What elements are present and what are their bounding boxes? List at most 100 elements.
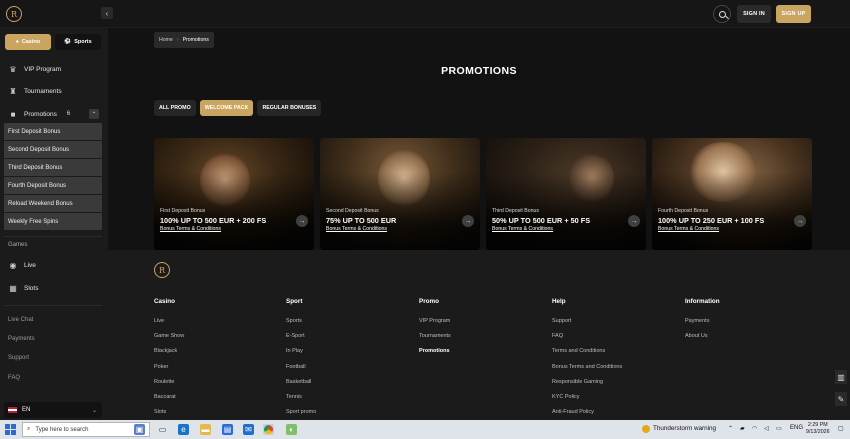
search-button[interactable] bbox=[713, 5, 731, 23]
notification-icon[interactable]: ▢ bbox=[838, 425, 844, 432]
footer-column-casino: Casino Live Game Show Blackjack Poker Ro… bbox=[154, 298, 184, 420]
sidebar-item-tournaments[interactable]: ♜ Tournaments bbox=[8, 86, 62, 96]
sidebar-item-faq[interactable]: FAQ bbox=[8, 375, 20, 381]
chrome-browser-icon[interactable] bbox=[263, 424, 274, 435]
sidebar-item-live[interactable]: ◉ Live bbox=[8, 261, 36, 270]
trophy-icon: ♜ bbox=[9, 86, 17, 96]
volume-icon[interactable]: ◁ bbox=[764, 425, 769, 432]
card-headline: 100% UP TO 250 EUR + 100 FS bbox=[658, 216, 765, 225]
slots-icon: ▦ bbox=[9, 283, 17, 293]
footer-link[interactable]: Terms and Conditions bbox=[552, 348, 622, 354]
site-logo[interactable]: R bbox=[6, 6, 22, 22]
tab-welcome-pack[interactable]: WELCOME PACK bbox=[199, 100, 254, 116]
submenu-item-third-deposit[interactable]: Third Deposit Bonus bbox=[4, 159, 102, 176]
footer-link[interactable]: Live bbox=[154, 318, 184, 324]
footer-link[interactable]: Support bbox=[552, 318, 622, 324]
clock[interactable]: 2:29 PM 9/13/2026 bbox=[806, 422, 830, 436]
footer-link-active[interactable]: Promotions bbox=[419, 348, 451, 354]
store-icon[interactable]: ▤ bbox=[222, 424, 233, 435]
sidebar-item-vip[interactable]: ♛ VIP Program bbox=[8, 65, 61, 74]
promo-card[interactable]: Fourth Deposit Bonus 100% UP TO 250 EUR … bbox=[652, 138, 812, 250]
casino-chip-icon: ♠ bbox=[15, 39, 19, 45]
sidebar-item-payments[interactable]: Payments bbox=[8, 336, 35, 342]
tab-regular-bonuses[interactable]: REGULAR BONUSES bbox=[257, 100, 322, 116]
breadcrumb-home[interactable]: Home bbox=[159, 37, 173, 43]
footer-link[interactable]: In Play bbox=[286, 348, 316, 354]
footer-link[interactable]: Roulette bbox=[154, 379, 184, 385]
footer-link[interactable]: Payments bbox=[685, 318, 720, 324]
stats-widget-icon[interactable]: ▥ bbox=[835, 370, 847, 384]
sports-mode-button[interactable]: ⚽ Sports bbox=[55, 34, 101, 50]
edge-browser-icon[interactable]: e bbox=[178, 424, 189, 435]
footer-link[interactable]: Sport promo bbox=[286, 409, 316, 415]
tray-chevron-up-icon[interactable]: ⌃ bbox=[728, 425, 733, 432]
submenu-item-second-deposit[interactable]: Second Deposit Bonus bbox=[4, 141, 102, 158]
footer-link[interactable]: Tennis bbox=[286, 394, 316, 400]
submenu-item-fourth-deposit[interactable]: Fourth Deposit Bonus bbox=[4, 177, 102, 194]
card-terms-link[interactable]: Bonus Terms & Conditions bbox=[492, 226, 553, 232]
footer-link[interactable]: Responsible Gaming bbox=[552, 379, 622, 385]
footer-link[interactable]: KYC Policy bbox=[552, 394, 622, 400]
arrow-right-icon[interactable]: → bbox=[462, 215, 474, 227]
chevron-up-icon[interactable]: ⌃ bbox=[89, 109, 99, 119]
footer-link[interactable]: VIP Program bbox=[419, 318, 451, 324]
footer-link[interactable]: Game Show bbox=[154, 333, 184, 339]
footer-link[interactable]: Slots bbox=[154, 409, 184, 415]
card-terms-link[interactable]: Bonus Terms & Conditions bbox=[658, 226, 719, 232]
network-icon[interactable]: ▰ bbox=[740, 425, 745, 432]
footer-link[interactable]: Sports bbox=[286, 318, 316, 324]
wifi-icon[interactable]: ◠ bbox=[752, 425, 757, 432]
language-selector[interactable]: EN ⌄ bbox=[4, 402, 102, 418]
copilot-app-icon[interactable]: ▣ bbox=[134, 424, 145, 435]
footer-link[interactable]: Blackjack bbox=[154, 348, 184, 354]
task-view-icon[interactable]: ▭ bbox=[157, 424, 168, 435]
sign-up-button[interactable]: SIGN UP bbox=[776, 5, 811, 23]
card-shade bbox=[154, 138, 314, 250]
footer-heading: Help bbox=[552, 298, 566, 305]
footer-link[interactable]: Basketball bbox=[286, 379, 316, 385]
keyboard-language[interactable]: ENG bbox=[790, 425, 803, 431]
footer-link[interactable]: Tournaments bbox=[419, 333, 451, 339]
sidebar-item-promotions[interactable]: ■ Promotions 6 bbox=[8, 110, 71, 119]
mail-icon[interactable]: ✉ bbox=[243, 424, 254, 435]
submenu-item-weekly-free-spins[interactable]: Weekly Free Spins bbox=[4, 213, 102, 230]
promotions-submenu: First Deposit Bonus Second Deposit Bonus… bbox=[4, 123, 102, 231]
sidebar-item-slots[interactable]: ▦ Slots bbox=[8, 283, 38, 293]
breadcrumb: Home › Promotions bbox=[154, 32, 214, 48]
submenu-item-first-deposit[interactable]: First Deposit Bonus bbox=[4, 123, 102, 140]
footer-link[interactable]: FAQ bbox=[552, 333, 622, 339]
promo-card[interactable]: Third Deposit Bonus 50% UP TO 500 EUR + … bbox=[486, 138, 646, 250]
footer-logo[interactable]: R bbox=[154, 262, 170, 278]
battery-icon[interactable]: ▭ bbox=[776, 425, 782, 432]
casino-mode-button[interactable]: ♠ Casino bbox=[5, 34, 51, 50]
sign-in-button[interactable]: SIGN IN bbox=[737, 5, 771, 23]
taskbar-search-box[interactable]: ⌕ Type here to search bbox=[22, 422, 150, 437]
windows-start-icon[interactable] bbox=[5, 424, 16, 435]
promo-card[interactable]: First Deposit Bonus 100% UP TO 500 EUR +… bbox=[154, 138, 314, 250]
arrow-right-icon[interactable]: → bbox=[628, 215, 640, 227]
footer-link[interactable]: Anti-Fraud Policy bbox=[552, 409, 622, 415]
sidebar-item-live-chat[interactable]: Live Chat bbox=[8, 317, 33, 323]
file-explorer-icon[interactable]: ▬ bbox=[200, 424, 211, 435]
tab-all-promo[interactable]: ALL PROMO bbox=[154, 100, 196, 116]
app-icon[interactable]: ◐ bbox=[286, 424, 297, 435]
card-terms-link[interactable]: Bonus Terms & Conditions bbox=[160, 226, 221, 232]
sidebar: ♠ Casino ⚽ Sports ♛ VIP Program ♜ Tourna… bbox=[0, 28, 108, 420]
footer-link[interactable]: About Us bbox=[685, 333, 720, 339]
promo-card[interactable]: Second Deposit Bonus 75% UP TO 500 EUR B… bbox=[320, 138, 480, 250]
submenu-item-reload-weekend[interactable]: Reload Weekend Bonus bbox=[4, 195, 102, 212]
sidebar-item-label: Tournaments bbox=[24, 87, 62, 95]
footer-link[interactable]: E-Sport bbox=[286, 333, 316, 339]
footer-link[interactable]: Poker bbox=[154, 364, 184, 370]
footer-link[interactable]: Football bbox=[286, 364, 316, 370]
footer-link[interactable]: Baccarat bbox=[154, 394, 184, 400]
arrow-right-icon[interactable]: → bbox=[296, 215, 308, 227]
chevron-down-icon: ⌄ bbox=[91, 407, 97, 414]
sidebar-item-support[interactable]: Support bbox=[8, 355, 29, 361]
card-terms-link[interactable]: Bonus Terms & Conditions bbox=[326, 226, 387, 232]
sidebar-collapse-button[interactable]: ‹ bbox=[101, 7, 113, 19]
arrow-right-icon[interactable]: → bbox=[794, 215, 806, 227]
chat-widget-icon[interactable]: ✎ bbox=[835, 392, 847, 406]
footer-link[interactable]: Bonus Terms and Conditions bbox=[552, 364, 622, 370]
weather-status[interactable]: Thunderstorm warning bbox=[653, 425, 716, 432]
